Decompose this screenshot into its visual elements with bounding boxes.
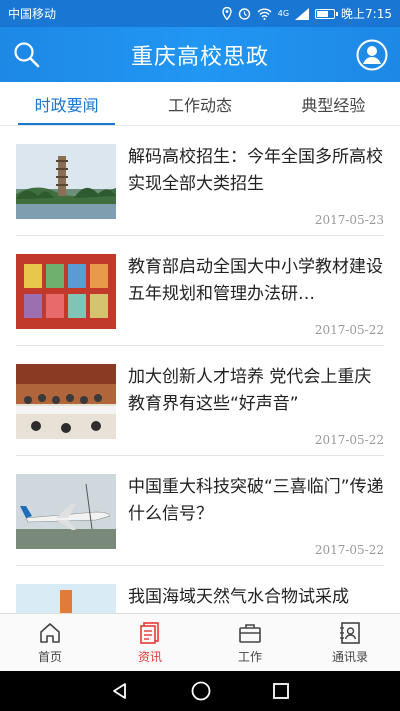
search-icon <box>14 42 40 68</box>
airplane-photo <box>16 474 116 549</box>
news-date: 2017-05-22 <box>314 433 384 447</box>
network-label: 4G <box>277 9 290 18</box>
signal-icon <box>295 7 310 20</box>
news-thumbnail <box>16 584 116 613</box>
recents-icon[interactable] <box>272 682 290 700</box>
contacts-icon <box>340 621 360 644</box>
user-icon <box>356 39 388 71</box>
nav-contacts[interactable]: 通讯录 <box>300 614 400 671</box>
app-header: 重庆高校思政 <box>0 27 400 82</box>
time-label: 晚上7:15 <box>341 7 392 21</box>
alarm-icon <box>238 8 250 20</box>
news-title: 教育部启动全国大中小学教材建设五年规划和管理办法研… <box>128 257 383 304</box>
news-item[interactable]: 中国重大科技突破“三喜临门”传递什么信号？ 2017-05-22 <box>16 456 384 566</box>
search-button[interactable] <box>12 40 42 70</box>
tab-label: 典型经验 <box>301 95 366 115</box>
news-title: 我国海域天然气水合物试采成 <box>128 587 349 607</box>
home-circle-icon[interactable] <box>190 680 212 702</box>
textbooks-photo <box>16 254 116 329</box>
user-profile-button[interactable] <box>356 39 388 71</box>
news-title: 中国重大科技突破“三喜临门”传递什么信号？ <box>128 477 384 524</box>
nav-label: 资讯 <box>137 649 162 664</box>
status-icons: 4G 晚上7:15 <box>222 5 392 22</box>
news-date: 2017-05-22 <box>314 543 384 557</box>
carrier-label: 中国移动 <box>8 7 57 21</box>
nav-label: 通讯录 <box>331 649 368 664</box>
tab-news[interactable]: 时政要闻 <box>0 82 133 125</box>
nav-news[interactable]: 资讯 <box>100 614 200 671</box>
news-thumbnail <box>16 474 116 549</box>
news-title: 解码高校招生：今年全国多所高校实现全部大类招生 <box>128 147 383 194</box>
gas-drilling-illustration <box>16 584 116 613</box>
news-icon <box>140 621 159 644</box>
tab-work-updates[interactable]: 工作动态 <box>133 82 266 125</box>
page-title: 重庆高校思政 <box>130 44 269 70</box>
news-thumbnail <box>16 254 116 329</box>
news-date: 2017-05-22 <box>314 323 384 337</box>
news-date: 2017-05-23 <box>314 213 384 227</box>
location-icon <box>222 7 232 20</box>
tab-bar: 时政要闻 工作动态 典型经验 <box>0 82 400 126</box>
news-thumbnail <box>16 144 116 219</box>
battery-icon <box>315 8 339 19</box>
tab-label: 时政要闻 <box>34 95 99 115</box>
tab-label: 工作动态 <box>167 95 232 115</box>
news-item[interactable]: 解码高校招生：今年全国多所高校实现全部大类招生 2017-05-23 <box>16 126 384 236</box>
news-title: 加大创新人才培养 党代会上重庆教育界有这些“好声音” <box>128 367 372 414</box>
bottom-nav: 首页 资讯 工作 通讯录 <box>0 613 400 671</box>
news-thumbnail <box>16 364 116 439</box>
system-nav-bar <box>0 671 400 711</box>
wifi-icon <box>257 8 272 20</box>
news-item[interactable]: 教育部启动全国大中小学教材建设五年规划和管理办法研… 2017-05-22 <box>16 236 384 346</box>
news-list[interactable]: 解码高校招生：今年全国多所高校实现全部大类招生 2017-05-23 教育部启动… <box>0 126 400 613</box>
pagoda-lake-photo <box>16 144 116 219</box>
nav-label: 工作 <box>237 649 262 664</box>
battery-level <box>317 10 328 17</box>
nav-work[interactable]: 工作 <box>200 614 300 671</box>
status-bar: 中国移动 4G 晚上7:15 <box>0 0 400 27</box>
nav-home[interactable]: 首页 <box>0 614 100 671</box>
home-icon <box>40 622 60 643</box>
meeting-photo <box>16 364 116 439</box>
news-item[interactable]: 我国海域天然气水合物试采成 <box>16 566 384 613</box>
news-item[interactable]: 加大创新人才培养 党代会上重庆教育界有这些“好声音” 2017-05-22 <box>16 346 384 456</box>
back-icon[interactable] <box>110 681 130 701</box>
briefcase-icon <box>239 623 261 643</box>
tab-experience[interactable]: 典型经验 <box>267 82 400 125</box>
nav-label: 首页 <box>37 649 62 664</box>
